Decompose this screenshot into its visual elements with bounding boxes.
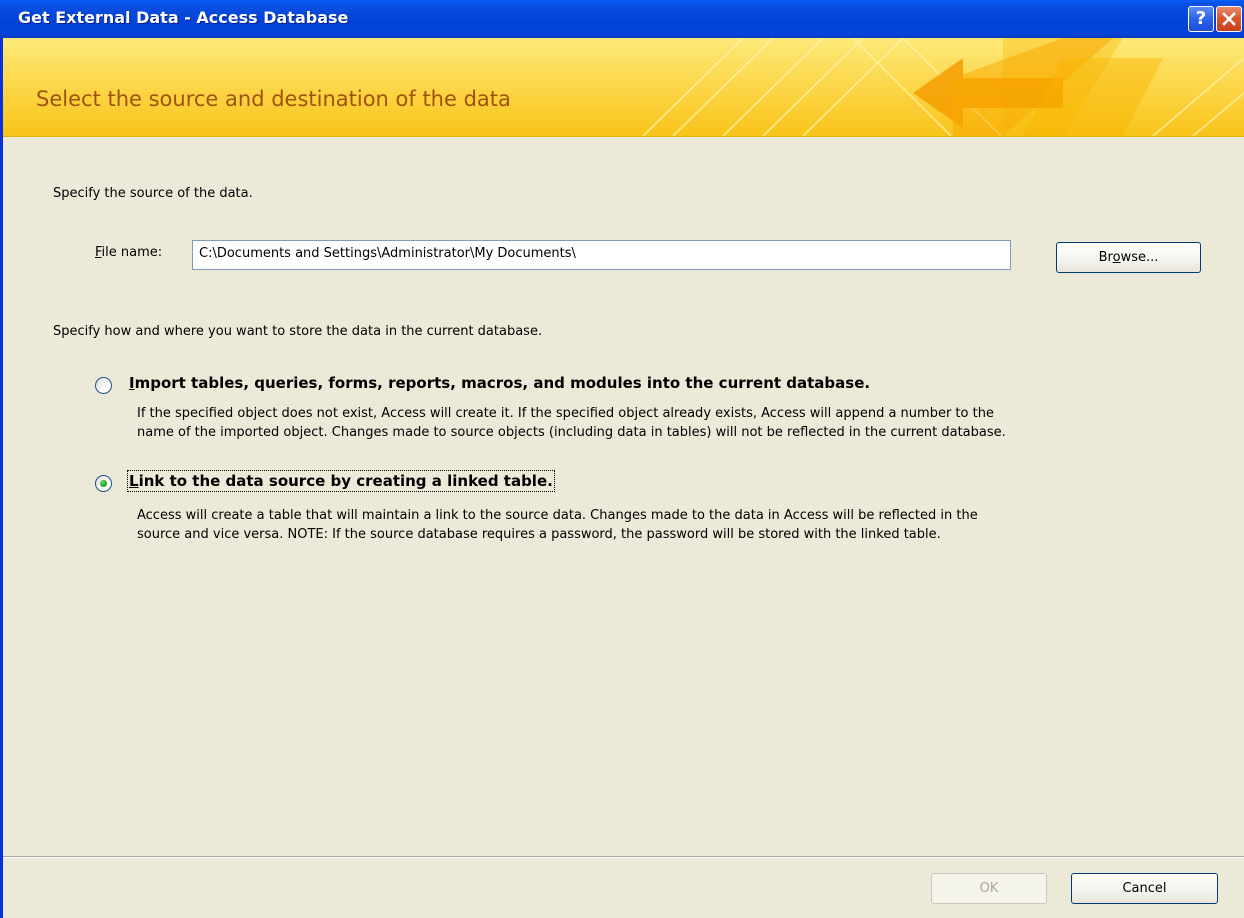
- browse-label-mnemonic: o: [1112, 250, 1121, 265]
- file-name-input[interactable]: C:\Documents and Settings\Administrator\…: [192, 240, 1011, 270]
- footer-divider: [3, 856, 1244, 858]
- import-option-title[interactable]: Import tables, queries, forms, reports, …: [129, 374, 870, 392]
- link-title-rest: ink to the data source by creating a lin…: [138, 472, 553, 490]
- import-title-rest: mport tables, queries, forms, reports, m…: [134, 374, 871, 392]
- window-title: Get External Data - Access Database: [18, 8, 349, 27]
- link-option-title[interactable]: Link to the data source by creating a li…: [127, 470, 555, 492]
- link-option-description: Access will create a table that will mai…: [137, 506, 978, 544]
- import-desc-line2: name of the imported object. Changes mad…: [137, 425, 1006, 440]
- import-option-description: If the specified object does not exist, …: [137, 404, 1006, 442]
- browse-button[interactable]: Browse...: [1056, 242, 1201, 273]
- question-mark-icon: ?: [1195, 8, 1207, 29]
- help-button[interactable]: ?: [1188, 6, 1214, 32]
- link-desc-line2: source and vice versa. NOTE: If the sour…: [137, 527, 941, 542]
- source-instruction: Specify the source of the data.: [53, 186, 253, 201]
- browse-label-pre: Br: [1098, 250, 1113, 265]
- file-name-label: File name:: [95, 245, 162, 260]
- import-desc-line1: If the specified object does not exist, …: [137, 406, 994, 421]
- browse-label-post: wse...: [1120, 250, 1159, 265]
- file-label-rest: ile name:: [101, 245, 163, 260]
- link-mnemonic: L: [129, 472, 139, 490]
- dialog-window: Get External Data - Access Database ? Se…: [0, 0, 1244, 918]
- title-bar[interactable]: Get External Data - Access Database ?: [0, 0, 1244, 38]
- header-banner: Select the source and destination of the…: [3, 38, 1244, 137]
- close-button[interactable]: [1216, 6, 1242, 32]
- close-icon: [1222, 12, 1236, 26]
- import-radio[interactable]: [95, 377, 112, 394]
- storage-instruction: Specify how and where you want to store …: [53, 324, 543, 339]
- link-radio[interactable]: [95, 475, 112, 492]
- banner-heading: Select the source and destination of the…: [36, 87, 511, 111]
- ok-button[interactable]: OK: [931, 873, 1047, 904]
- link-desc-line1: Access will create a table that will mai…: [137, 508, 978, 523]
- radio-selected-dot: [100, 480, 107, 487]
- cancel-button[interactable]: Cancel: [1071, 873, 1218, 904]
